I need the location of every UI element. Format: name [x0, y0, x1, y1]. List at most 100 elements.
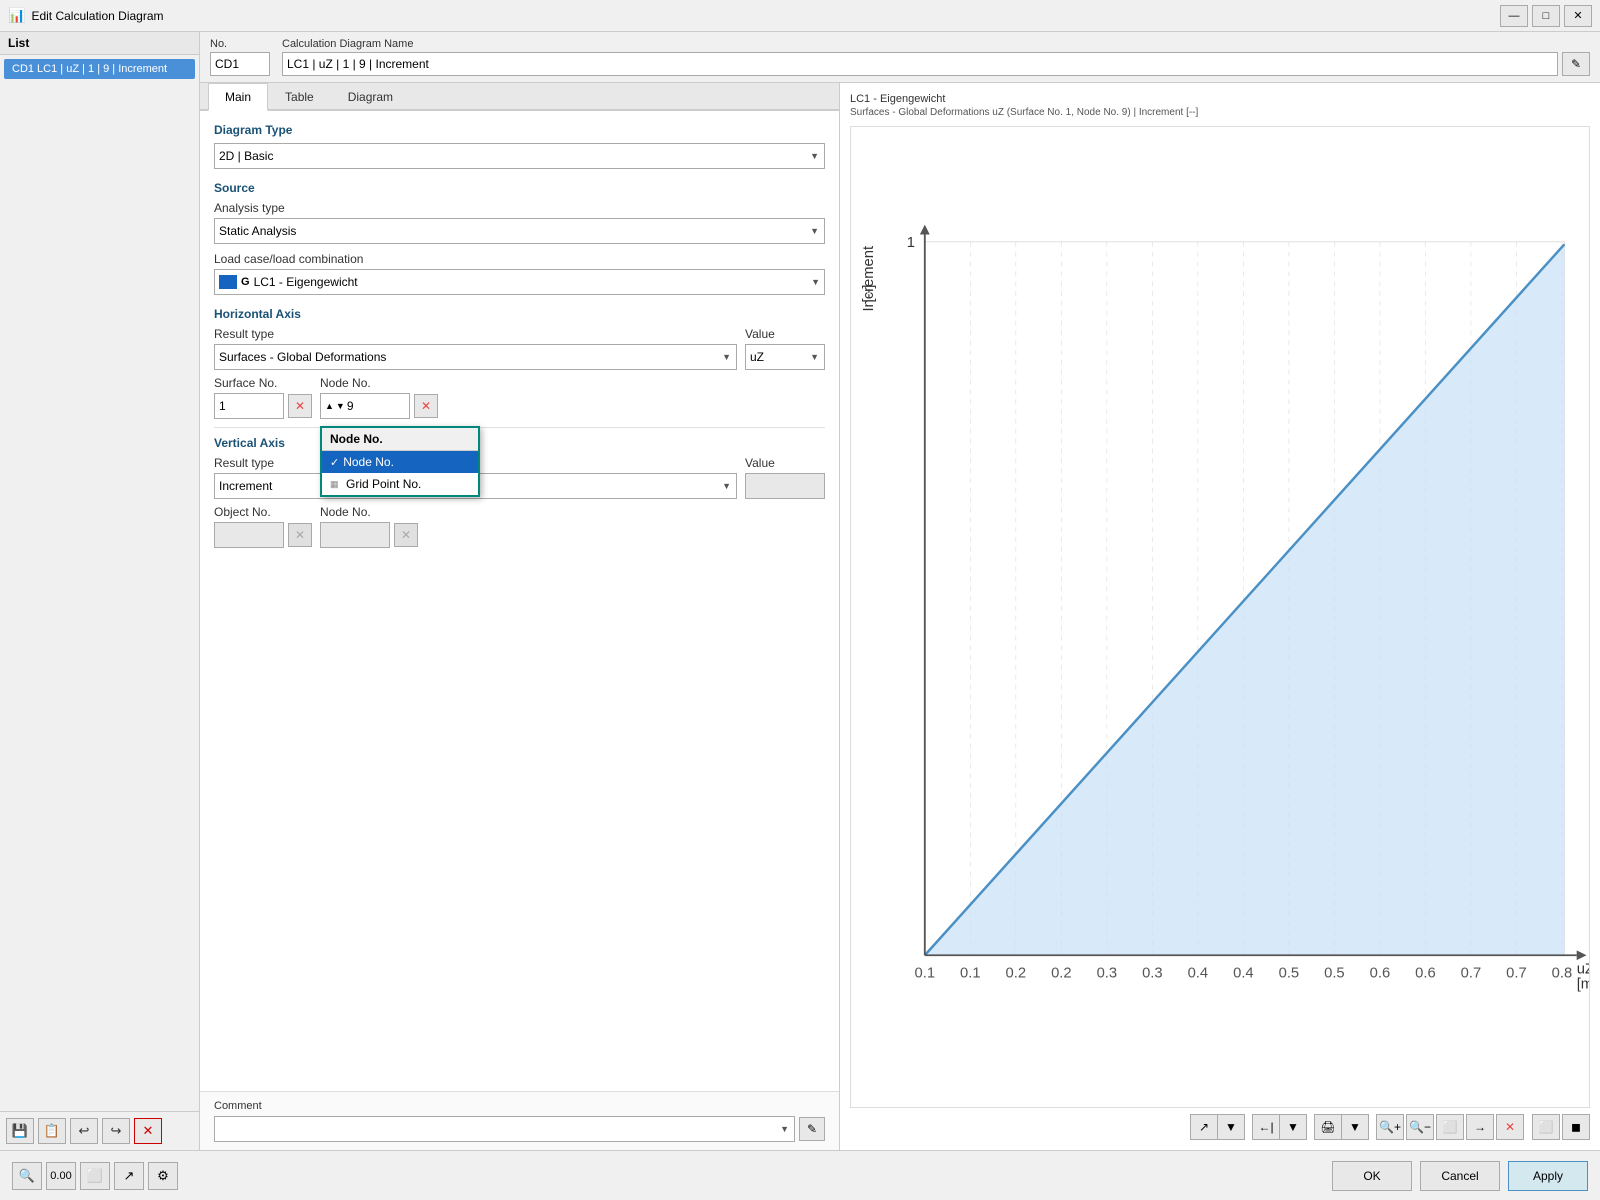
- value-select[interactable]: uZ: [745, 344, 825, 370]
- chart-zoom-reset-button[interactable]: ✕: [1496, 1114, 1524, 1140]
- chart-zoom-in-button[interactable]: 🔍+: [1376, 1114, 1404, 1140]
- chart-fit2-button[interactable]: ←|: [1252, 1114, 1280, 1140]
- value-wrapper: uZ: [745, 344, 825, 370]
- x-tick-6: 0.4: [1188, 965, 1209, 981]
- form-content: Diagram Type 2D | Basic Source Analysis …: [200, 111, 839, 1091]
- object-no-label: Object No.: [214, 505, 312, 519]
- redo-button[interactable]: ↪: [102, 1118, 130, 1144]
- chart-zoom-out-button[interactable]: 🔍−: [1406, 1114, 1434, 1140]
- tab-table[interactable]: Table: [268, 83, 331, 111]
- vert-node-no-input[interactable]: [320, 522, 390, 548]
- chart-zoom-right-button[interactable]: →: [1466, 1114, 1494, 1140]
- apply-button[interactable]: Apply: [1508, 1161, 1588, 1191]
- node-no-label: Node No.: [320, 376, 438, 390]
- horizontal-axis-section: Horizontal Axis: [214, 307, 825, 321]
- name-label: Calculation Diagram Name: [282, 38, 1590, 50]
- chart-print-dropdown-button[interactable]: ▼: [1341, 1114, 1369, 1140]
- chart-toolbar: ↗ ▼ ←| ▼ 🖨 ▼ 🔍+ 🔍−: [850, 1114, 1590, 1140]
- analysis-type-select[interactable]: Static Analysis: [214, 218, 825, 244]
- x-tick-10: 0.6: [1370, 965, 1391, 981]
- surface-no-input[interactable]: [214, 393, 284, 419]
- vert-value-input[interactable]: [745, 473, 825, 499]
- comment-edit-button[interactable]: ✎: [799, 1117, 825, 1141]
- load-case-select-wrapper[interactable]: G LC1 - Eigengewicht ▼: [214, 269, 825, 295]
- comment-select[interactable]: [214, 1116, 795, 1142]
- x-tick-0: 0.1: [915, 965, 936, 981]
- comment-section: Comment ✎: [200, 1091, 839, 1150]
- chart-print-button[interactable]: 🖨: [1314, 1114, 1342, 1140]
- object-no-input[interactable]: [214, 522, 284, 548]
- app-icon: 📊: [8, 7, 25, 24]
- no-input[interactable]: [210, 52, 270, 76]
- chart-fit-group: ↗ ▼: [1190, 1114, 1244, 1140]
- dropdown-item-node-no[interactable]: ✓ Node No.: [322, 451, 478, 473]
- title-bar: 📊 Edit Calculation Diagram — □ ✕: [0, 0, 1600, 32]
- analysis-type-wrapper: Static Analysis: [214, 218, 825, 244]
- bottom-bar: 🔍 0.00 ⬜ ↗ ⚙ OK Cancel Apply: [0, 1150, 1600, 1200]
- grid-icon: ▦: [330, 479, 342, 490]
- vert-node-no-label: Node No.: [320, 505, 418, 519]
- save-button[interactable]: 💾: [6, 1118, 34, 1144]
- form-panel: Main Table Diagram Diagram Type 2D | Bas…: [200, 83, 840, 1150]
- dropdown-arrow-up: ▲: [325, 401, 334, 411]
- copy-button[interactable]: 📋: [38, 1118, 66, 1144]
- chart-zoom-box-button[interactable]: ⬜: [1436, 1114, 1464, 1140]
- chart-area: Increment [--]: [850, 126, 1590, 1108]
- lc-chevron-icon: ▼: [811, 277, 820, 287]
- search-button[interactable]: 🔍: [12, 1162, 42, 1190]
- chart-fit-dropdown-button[interactable]: ▼: [1217, 1114, 1245, 1140]
- value-label: Value: [745, 327, 825, 341]
- vertical-axis-section: Vertical Axis: [214, 436, 825, 450]
- chart-print-group: 🖨 ▼: [1314, 1114, 1368, 1140]
- undo-button[interactable]: ↩: [70, 1118, 98, 1144]
- chart-fit2-dropdown-button[interactable]: ▼: [1279, 1114, 1307, 1140]
- x-tick-2: 0.2: [1006, 965, 1027, 981]
- lc-color-indicator: [219, 275, 237, 289]
- object-no-pick-button[interactable]: ✕: [288, 523, 312, 547]
- chart-view1-button[interactable]: ⬜: [1532, 1114, 1560, 1140]
- settings-button[interactable]: ⚙: [148, 1162, 178, 1190]
- list-item[interactable]: CD1 LC1 | uZ | 1 | 9 | Increment: [4, 59, 195, 79]
- right-content: No. Calculation Diagram Name ✎ Main Tabl…: [200, 32, 1600, 1150]
- tab-main[interactable]: Main: [208, 83, 268, 111]
- node-no-group: Node No. ▲ ▼ ✕: [320, 376, 438, 419]
- vert-node-no-pick-button[interactable]: ✕: [394, 523, 418, 547]
- node-no-input[interactable]: [347, 399, 387, 413]
- x-axis-unit-text: [mm]: [1577, 976, 1589, 992]
- source-section: Source: [214, 181, 825, 195]
- value-display-button[interactable]: 0.00: [46, 1162, 76, 1190]
- edit-button[interactable]: ✎: [1562, 52, 1590, 76]
- x-tick-9: 0.5: [1324, 965, 1345, 981]
- tab-diagram[interactable]: Diagram: [331, 83, 410, 111]
- node-no-pick-button[interactable]: ✕: [414, 394, 438, 418]
- surface-no-pick-button[interactable]: ✕: [288, 394, 312, 418]
- analysis-type-label: Analysis type: [214, 201, 825, 215]
- chart-title: LC1 - Eigengewicht: [850, 93, 1590, 105]
- diagram-type-select[interactable]: 2D | Basic: [214, 143, 825, 169]
- x-tick-11: 0.6: [1415, 965, 1436, 981]
- close-button[interactable]: ✕: [1564, 5, 1592, 27]
- result-type-select[interactable]: Surfaces - Global Deformations: [214, 344, 737, 370]
- chart-fit2-group: ←| ▼: [1252, 1114, 1306, 1140]
- divider-1: [214, 427, 825, 428]
- bottom-right: OK Cancel Apply: [1332, 1161, 1588, 1191]
- x-tick-12: 0.7: [1461, 965, 1482, 981]
- chart-fit-button[interactable]: ↗: [1190, 1114, 1218, 1140]
- cancel-button[interactable]: Cancel: [1420, 1161, 1500, 1191]
- chart-panel: LC1 - Eigengewicht Surfaces - Global Def…: [840, 83, 1600, 1150]
- maximize-button[interactable]: □: [1532, 5, 1560, 27]
- y-value-1: 1: [907, 235, 915, 251]
- name-input[interactable]: [282, 52, 1558, 76]
- y-axis-arrow: [920, 225, 930, 235]
- delete-button[interactable]: ✕: [134, 1118, 162, 1144]
- left-panel: List CD1 LC1 | uZ | 1 | 9 | Increment 💾 …: [0, 32, 200, 1150]
- chart-view2-button[interactable]: ◼: [1562, 1114, 1590, 1140]
- dropdown-item-grid-point[interactable]: ▦ Grid Point No.: [322, 473, 478, 495]
- link-button[interactable]: ↗: [114, 1162, 144, 1190]
- ok-button[interactable]: OK: [1332, 1161, 1412, 1191]
- vert-node-no-group: Node No. ✕: [320, 505, 418, 548]
- x-axis-arrow: [1577, 950, 1587, 960]
- lc-value: LC1 - Eigengewicht: [254, 275, 808, 289]
- minimize-button[interactable]: —: [1500, 5, 1528, 27]
- view-toggle-button[interactable]: ⬜: [80, 1162, 110, 1190]
